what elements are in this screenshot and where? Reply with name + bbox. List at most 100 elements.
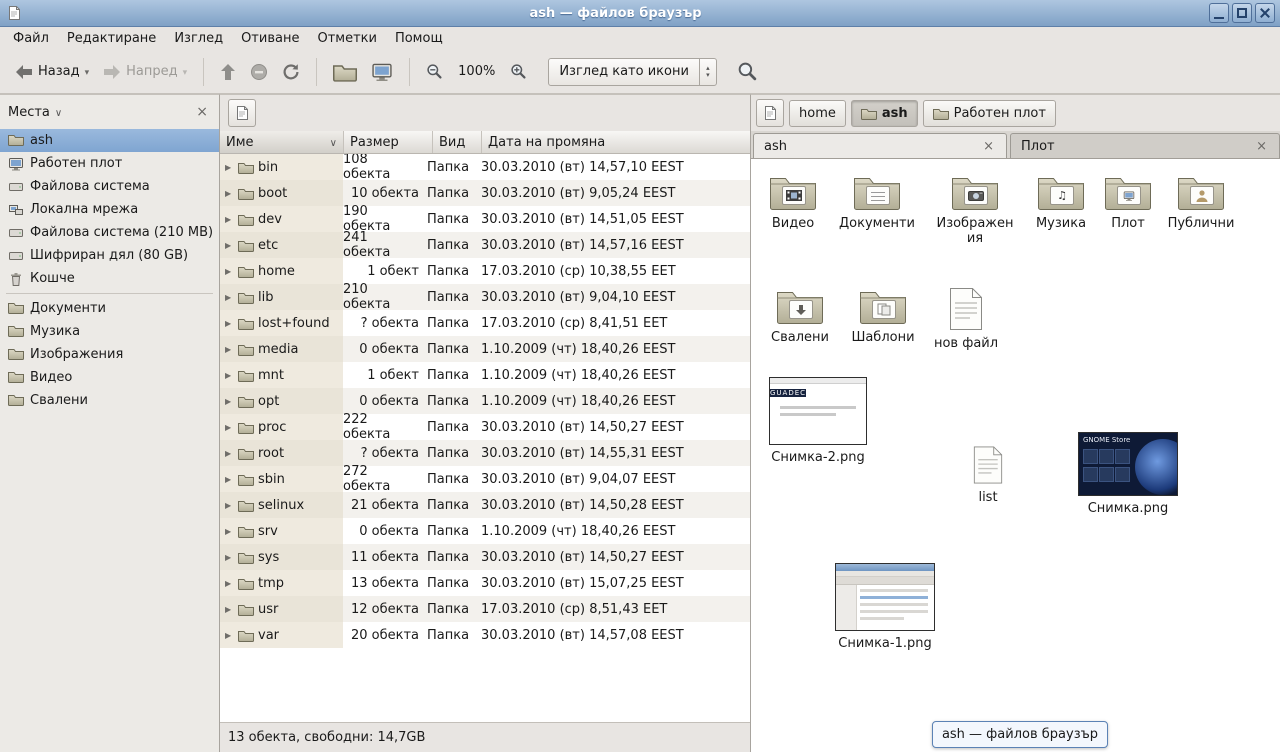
icon-item-snimka1[interactable]: Снимка-1.png bbox=[835, 563, 935, 651]
icon-item-public[interactable]: Публични bbox=[1161, 171, 1241, 231]
sidebar-item-encrypted-80gb[interactable]: Шифриран дял (80 GB) bbox=[0, 244, 219, 267]
table-row[interactable]: dev 190 обекта Папка 30.03.2010 (вт) 14,… bbox=[220, 206, 750, 232]
column-header-date[interactable]: Дата на промяна bbox=[482, 131, 750, 153]
home-button[interactable] bbox=[326, 57, 364, 87]
icon-item-list-file[interactable]: list bbox=[948, 445, 1028, 505]
sidebar-item-filesystem-210mb[interactable]: Файлова система (210 MB) bbox=[0, 221, 219, 244]
sidebar-item-music[interactable]: Музика bbox=[0, 320, 219, 343]
expander-icon[interactable] bbox=[225, 527, 234, 536]
table-row[interactable]: opt 0 обекта Папка 1.10.2009 (чт) 18,40,… bbox=[220, 388, 750, 414]
sidebar-item-pictures[interactable]: Изображения bbox=[0, 343, 219, 366]
expander-icon[interactable] bbox=[225, 345, 234, 354]
table-row[interactable]: home 1 обект Папка 17.03.2010 (ср) 10,38… bbox=[220, 258, 750, 284]
maximize-button[interactable] bbox=[1232, 3, 1252, 23]
view-mode-spinner-icon[interactable] bbox=[699, 59, 716, 85]
table-row[interactable]: var 20 обекта Папка 30.03.2010 (вт) 14,5… bbox=[220, 622, 750, 648]
sidebar-item-ash[interactable]: ash bbox=[0, 129, 219, 152]
table-row[interactable]: lib 210 обекта Папка 30.03.2010 (вт) 9,0… bbox=[220, 284, 750, 310]
expander-icon[interactable] bbox=[225, 475, 234, 484]
expander-icon[interactable] bbox=[225, 267, 234, 276]
close-button[interactable] bbox=[1255, 3, 1275, 23]
expander-icon[interactable] bbox=[225, 553, 234, 562]
breadcrumb-desktop[interactable]: Работен плот bbox=[923, 100, 1056, 127]
icon-item-new-file[interactable]: нов файл bbox=[926, 287, 1006, 351]
column-header-name[interactable]: Име bbox=[220, 131, 344, 153]
chevron-down-icon[interactable] bbox=[50, 105, 62, 120]
sidebar-item-desktop[interactable]: Работен плот bbox=[0, 152, 219, 175]
sidebar-item-video[interactable]: Видео bbox=[0, 366, 219, 389]
reload-button[interactable] bbox=[275, 58, 307, 86]
tab-plot[interactable]: Плот bbox=[1010, 133, 1280, 158]
table-row[interactable]: tmp 13 обекта Папка 30.03.2010 (вт) 15,0… bbox=[220, 570, 750, 596]
icon-item-desktop-folder[interactable]: Плот bbox=[1088, 171, 1168, 231]
table-row[interactable]: lost+found ? обекта Папка 17.03.2010 (ср… bbox=[220, 310, 750, 336]
expander-icon[interactable] bbox=[225, 319, 234, 328]
table-row[interactable]: media 0 обекта Папка 1.10.2009 (чт) 18,4… bbox=[220, 336, 750, 362]
zoom-out-button[interactable] bbox=[419, 58, 450, 85]
expander-icon[interactable] bbox=[225, 605, 234, 614]
menu-help[interactable]: Помощ bbox=[386, 28, 452, 49]
forward-dropdown-icon[interactable] bbox=[183, 64, 188, 79]
table-row[interactable]: sbin 272 обекта Папка 30.03.2010 (вт) 9,… bbox=[220, 466, 750, 492]
sidebar-item-documents[interactable]: Документи bbox=[0, 297, 219, 320]
expander-icon[interactable] bbox=[225, 241, 234, 250]
sidebar-item-network[interactable]: Локална мрежа bbox=[0, 198, 219, 221]
table-row[interactable]: boot 10 обекта Папка 30.03.2010 (вт) 9,0… bbox=[220, 180, 750, 206]
titlebar[interactable]: ash — файлов браузър bbox=[0, 0, 1280, 27]
breadcrumb-home[interactable]: home bbox=[789, 100, 846, 127]
table-row[interactable]: srv 0 обекта Папка 1.10.2009 (чт) 18,40,… bbox=[220, 518, 750, 544]
table-row[interactable]: mnt 1 обект Папка 1.10.2009 (чт) 18,40,2… bbox=[220, 362, 750, 388]
expander-icon[interactable] bbox=[225, 423, 234, 432]
table-row[interactable]: usr 12 обекта Папка 17.03.2010 (ср) 8,51… bbox=[220, 596, 750, 622]
tab-close-icon[interactable] bbox=[1254, 139, 1269, 154]
menu-view[interactable]: Изглед bbox=[165, 28, 232, 49]
menu-file[interactable]: Файл bbox=[4, 28, 58, 49]
icon-item-documents[interactable]: Документи bbox=[837, 171, 917, 231]
places-selector[interactable]: Места bbox=[8, 105, 50, 120]
zoom-in-button[interactable] bbox=[503, 58, 534, 85]
icon-view[interactable]: Видео Документи Изображения bbox=[751, 159, 1280, 752]
column-header-type[interactable]: Вид bbox=[433, 131, 482, 153]
expander-icon[interactable] bbox=[225, 631, 234, 640]
up-button[interactable] bbox=[213, 58, 243, 86]
expander-icon[interactable] bbox=[225, 371, 234, 380]
menu-bookmarks[interactable]: Отметки bbox=[308, 28, 385, 49]
expander-icon[interactable] bbox=[225, 163, 234, 172]
tab-close-icon[interactable] bbox=[981, 139, 996, 154]
expander-icon[interactable] bbox=[225, 397, 234, 406]
icon-item-downloads[interactable]: Свалени bbox=[760, 285, 840, 345]
back-dropdown-icon[interactable] bbox=[85, 64, 90, 79]
window-list-tooltip[interactable]: ash — файлов браузър bbox=[932, 721, 1108, 748]
table-row[interactable]: sys 11 обекта Папка 30.03.2010 (вт) 14,5… bbox=[220, 544, 750, 570]
sidebar-item-trash[interactable]: Кошче bbox=[0, 267, 219, 290]
table-row[interactable]: proc 222 обекта Папка 30.03.2010 (вт) 14… bbox=[220, 414, 750, 440]
expander-icon[interactable] bbox=[225, 189, 234, 198]
expander-icon[interactable] bbox=[225, 293, 234, 302]
sidebar-close-icon[interactable] bbox=[193, 104, 211, 120]
expander-icon[interactable] bbox=[225, 501, 234, 510]
view-mode-select[interactable]: Изглед като икони bbox=[548, 58, 717, 86]
table-row[interactable]: selinux 21 обекта Папка 30.03.2010 (вт) … bbox=[220, 492, 750, 518]
icon-item-templates[interactable]: Шаблони bbox=[843, 285, 923, 345]
menu-go[interactable]: Отиване bbox=[232, 28, 308, 49]
back-button[interactable]: Назад bbox=[8, 59, 96, 85]
column-header-size[interactable]: Размер bbox=[344, 131, 433, 153]
computer-button[interactable] bbox=[364, 56, 400, 88]
sidebar-item-filesystem[interactable]: Файлова система bbox=[0, 175, 219, 198]
tab-ash[interactable]: ash bbox=[753, 133, 1007, 158]
icon-item-video[interactable]: Видео bbox=[753, 171, 833, 231]
menu-edit[interactable]: Редактиране bbox=[58, 28, 165, 49]
expander-icon[interactable] bbox=[225, 215, 234, 224]
table-row[interactable]: bin 108 обекта Папка 30.03.2010 (вт) 14,… bbox=[220, 154, 750, 180]
table-row[interactable]: etc 241 обекта Папка 30.03.2010 (вт) 14,… bbox=[220, 232, 750, 258]
expander-icon[interactable] bbox=[225, 449, 234, 458]
sidebar-item-downloads[interactable]: Свалени bbox=[0, 389, 219, 412]
expander-icon[interactable] bbox=[225, 579, 234, 588]
search-button[interactable] bbox=[733, 57, 762, 86]
breadcrumb-ash[interactable]: ash bbox=[851, 100, 918, 127]
table-row[interactable]: root ? обекта Папка 30.03.2010 (вт) 14,5… bbox=[220, 440, 750, 466]
location-toggle-button[interactable] bbox=[756, 99, 784, 127]
forward-button[interactable]: Напред bbox=[96, 59, 194, 85]
icon-item-pictures[interactable]: Изображения bbox=[935, 171, 1015, 246]
icon-item-snimka[interactable]: GNOME Store Снимка.png bbox=[1078, 432, 1178, 516]
